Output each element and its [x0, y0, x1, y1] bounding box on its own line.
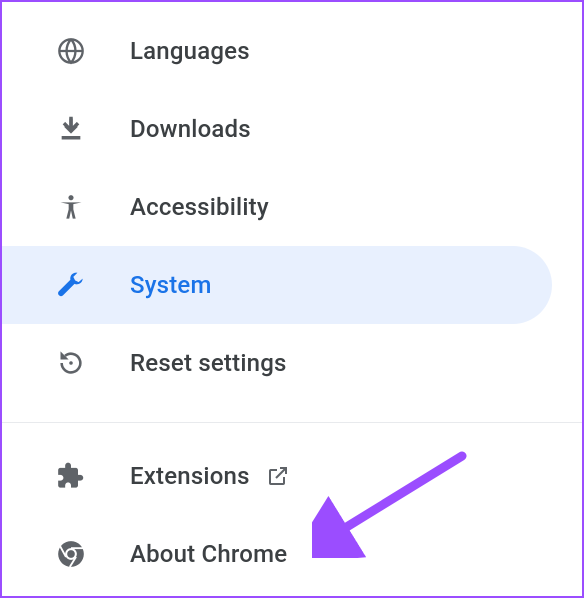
- nav-item-label: About Chrome: [130, 540, 287, 568]
- nav-item-label: Languages: [130, 37, 250, 65]
- nav-item-accessibility[interactable]: Accessibility: [2, 168, 582, 246]
- reset-icon: [56, 349, 86, 377]
- nav-item-label: Downloads: [130, 115, 251, 143]
- nav-item-about-chrome[interactable]: About Chrome: [2, 515, 582, 593]
- nav-item-system[interactable]: System: [2, 246, 552, 324]
- globe-icon: [56, 37, 86, 65]
- wrench-icon: [56, 271, 86, 299]
- nav-item-label: Extensions: [130, 462, 250, 490]
- nav-item-downloads[interactable]: Downloads: [2, 90, 582, 168]
- nav-item-extensions[interactable]: Extensions: [2, 437, 582, 515]
- nav-item-reset[interactable]: Reset settings: [2, 324, 582, 402]
- chrome-icon: [56, 540, 86, 568]
- nav-item-languages[interactable]: Languages: [2, 12, 582, 90]
- puzzle-icon: [56, 462, 86, 490]
- nav-item-label: Reset settings: [130, 349, 287, 377]
- nav-item-label: Accessibility: [130, 193, 269, 221]
- nav-item-label: System: [130, 271, 212, 299]
- settings-nav: Languages Downloads Accessibility: [2, 2, 582, 593]
- external-link-icon: [266, 464, 290, 488]
- download-icon: [56, 115, 86, 143]
- divider: [2, 422, 582, 423]
- accessibility-icon: [56, 193, 86, 221]
